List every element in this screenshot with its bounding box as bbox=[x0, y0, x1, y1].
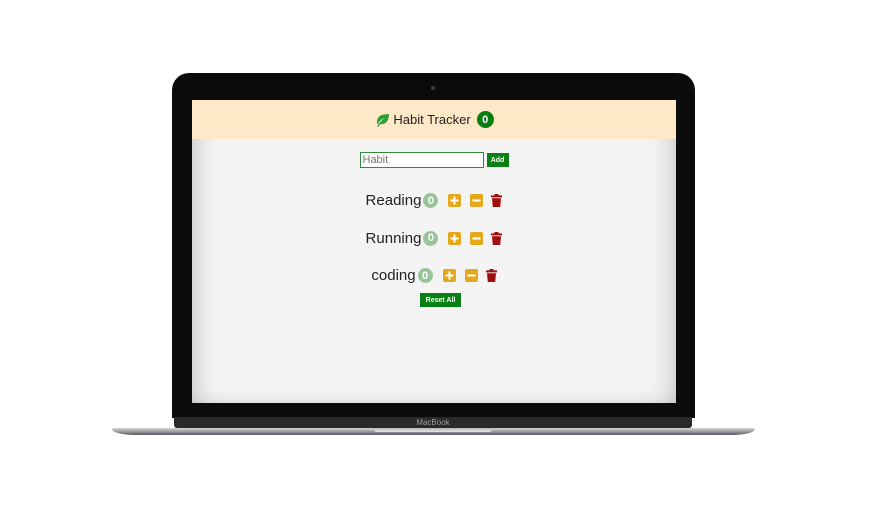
laptop-notch bbox=[373, 428, 493, 432]
leaf-icon bbox=[377, 113, 390, 127]
minus-square-icon bbox=[472, 237, 481, 240]
camera bbox=[431, 86, 435, 90]
plus-square-icon bbox=[450, 234, 459, 243]
habit-count-badge: 0 bbox=[423, 230, 439, 246]
add-habit-form: Add bbox=[192, 152, 676, 168]
plus-square-icon bbox=[450, 196, 459, 205]
increment-button[interactable] bbox=[448, 194, 462, 208]
reset-all-button[interactable]: Reset All bbox=[420, 293, 461, 307]
app-title: Habit Tracker bbox=[393, 112, 471, 127]
habit-name: Running bbox=[365, 229, 422, 247]
habit-list: Reading 0 Running 0 coding 0 bbox=[192, 182, 676, 295]
trash-icon[interactable] bbox=[491, 231, 503, 245]
plus-square-icon bbox=[445, 271, 454, 280]
trash-icon[interactable] bbox=[491, 194, 503, 208]
macbook-label: MacBook bbox=[416, 418, 450, 427]
app-header: Habit Tracker 0 bbox=[192, 100, 676, 139]
add-button[interactable]: Add bbox=[486, 153, 509, 167]
app-screen: Habit Tracker 0 Add Reading 0 Running 0 bbox=[192, 100, 676, 403]
decrement-button[interactable] bbox=[470, 231, 484, 245]
increment-button[interactable] bbox=[442, 269, 456, 283]
increment-button[interactable] bbox=[448, 231, 462, 245]
decrement-button[interactable] bbox=[464, 269, 478, 283]
minus-square-icon bbox=[472, 199, 481, 202]
list-item: Running 0 bbox=[192, 220, 676, 258]
habit-input[interactable] bbox=[359, 152, 484, 168]
list-item: Reading 0 bbox=[192, 182, 676, 220]
trash-icon[interactable] bbox=[485, 269, 497, 283]
list-item: coding 0 bbox=[192, 257, 676, 295]
decrement-button[interactable] bbox=[470, 194, 484, 208]
habit-name: coding bbox=[371, 267, 416, 285]
habit-name: Reading bbox=[365, 192, 422, 210]
habit-count-badge: 0 bbox=[423, 193, 439, 209]
total-count-badge: 0 bbox=[476, 111, 494, 128]
minus-square-icon bbox=[467, 274, 476, 277]
habit-count-badge: 0 bbox=[417, 268, 433, 284]
